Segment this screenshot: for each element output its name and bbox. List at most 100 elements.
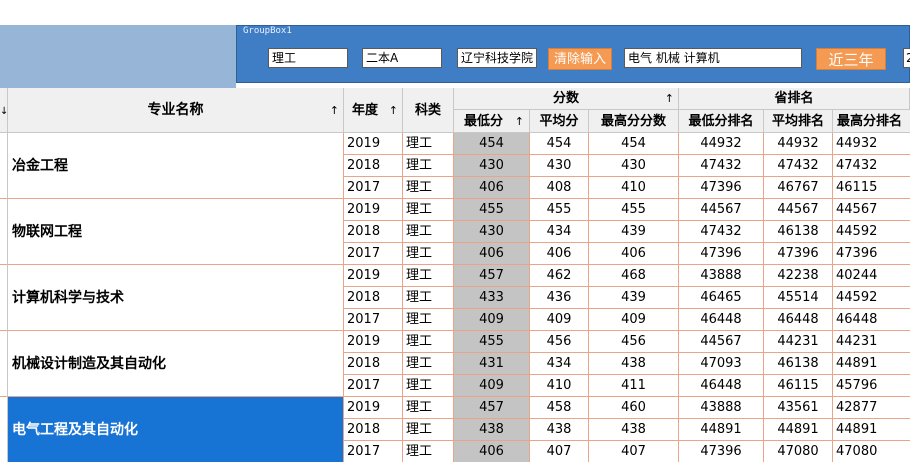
row-indicator[interactable]: [0, 199, 8, 265]
avg-score-cell[interactable]: 454: [530, 133, 589, 155]
kelei-cell[interactable]: 理工: [403, 243, 454, 265]
kelei-cell[interactable]: 理工: [403, 397, 454, 419]
extra-input[interactable]: 2: [903, 48, 910, 68]
max-rank-cell[interactable]: 47396: [833, 243, 910, 265]
year-cell[interactable]: 2019: [344, 265, 403, 287]
year-cell[interactable]: 2018: [344, 419, 403, 441]
kelei-cell[interactable]: 理工: [403, 199, 454, 221]
row-indicator[interactable]: [0, 133, 8, 199]
year-cell[interactable]: 2018: [344, 155, 403, 177]
header-rank-group[interactable]: 省排名: [679, 88, 910, 110]
min-rank-cell[interactable]: 46448: [679, 375, 764, 397]
year-cell[interactable]: 2017: [344, 177, 403, 199]
min-score-cell[interactable]: 457: [454, 265, 530, 287]
max-score-cell[interactable]: 439: [589, 221, 679, 243]
header-max-rank[interactable]: 最高分排名: [833, 110, 910, 133]
avg-rank-cell[interactable]: 44932: [764, 133, 833, 155]
avg-rank-cell[interactable]: 42238: [764, 265, 833, 287]
min-score-cell[interactable]: 455: [454, 331, 530, 353]
kelei-cell[interactable]: 理工: [403, 221, 454, 243]
kelei-input[interactable]: 理工: [268, 48, 348, 68]
avg-rank-cell[interactable]: 47432: [764, 155, 833, 177]
kelei-cell[interactable]: 理工: [403, 133, 454, 155]
avg-score-cell[interactable]: 458: [530, 397, 589, 419]
avg-score-cell[interactable]: 438: [530, 419, 589, 441]
school-input[interactable]: 辽宁科技学院: [457, 48, 537, 68]
min-score-cell[interactable]: 409: [454, 375, 530, 397]
year-cell[interactable]: 2019: [344, 331, 403, 353]
avg-score-cell[interactable]: 407: [530, 441, 589, 462]
row-indicator[interactable]: [0, 331, 8, 397]
min-rank-cell[interactable]: 47432: [679, 155, 764, 177]
avg-rank-cell[interactable]: 43561: [764, 397, 833, 419]
max-rank-cell[interactable]: 44891: [833, 353, 910, 375]
max-rank-cell[interactable]: 47432: [833, 155, 910, 177]
recent-three-years-button[interactable]: 近三年: [816, 48, 886, 70]
avg-rank-cell[interactable]: 45514: [764, 287, 833, 309]
row-indicator[interactable]: [0, 265, 8, 331]
avg-score-cell[interactable]: 456: [530, 331, 589, 353]
max-score-cell[interactable]: 455: [589, 199, 679, 221]
header-min[interactable]: 最低分 ↑: [454, 110, 530, 133]
max-rank-cell[interactable]: 45796: [833, 375, 910, 397]
max-rank-cell[interactable]: 46448: [833, 309, 910, 331]
min-score-cell[interactable]: 406: [454, 243, 530, 265]
max-score-cell[interactable]: 438: [589, 353, 679, 375]
kelei-cell[interactable]: 理工: [403, 309, 454, 331]
avg-score-cell[interactable]: 409: [530, 309, 589, 331]
year-cell[interactable]: 2018: [344, 287, 403, 309]
header-year[interactable]: 年度 ↑: [344, 88, 403, 133]
min-score-cell[interactable]: 431: [454, 353, 530, 375]
year-cell[interactable]: 2018: [344, 221, 403, 243]
min-score-cell[interactable]: 406: [454, 177, 530, 199]
row-indicator[interactable]: [0, 397, 8, 462]
kelei-cell[interactable]: 理工: [403, 265, 454, 287]
avg-score-cell[interactable]: 434: [530, 221, 589, 243]
kelei-cell[interactable]: 理工: [403, 353, 454, 375]
header-min-rank[interactable]: 最低分排名: [679, 110, 764, 133]
pici-input[interactable]: 二本A: [362, 48, 442, 68]
clear-input-button[interactable]: 清除输入: [548, 48, 612, 70]
max-score-cell[interactable]: 460: [589, 397, 679, 419]
avg-score-cell[interactable]: 410: [530, 375, 589, 397]
min-rank-cell[interactable]: 44567: [679, 199, 764, 221]
avg-rank-cell[interactable]: 46138: [764, 353, 833, 375]
kelei-cell[interactable]: 理工: [403, 419, 454, 441]
min-rank-cell[interactable]: 47396: [679, 243, 764, 265]
major-name-cell[interactable]: 计算机科学与技术: [8, 265, 344, 331]
year-cell[interactable]: 2017: [344, 243, 403, 265]
avg-rank-cell[interactable]: 44891: [764, 419, 833, 441]
min-score-cell[interactable]: 430: [454, 221, 530, 243]
max-score-cell[interactable]: 439: [589, 287, 679, 309]
majors-input[interactable]: 电气 机械 计算机: [624, 48, 802, 68]
avg-rank-cell[interactable]: 44567: [764, 199, 833, 221]
min-score-cell[interactable]: 438: [454, 419, 530, 441]
major-name-cell[interactable]: 机械设计制造及其自动化: [8, 331, 344, 397]
header-major[interactable]: 专业名称 ↑: [8, 88, 344, 133]
min-rank-cell[interactable]: 47432: [679, 221, 764, 243]
max-rank-cell[interactable]: 44932: [833, 133, 910, 155]
max-score-cell[interactable]: 454: [589, 133, 679, 155]
min-score-cell[interactable]: 430: [454, 155, 530, 177]
max-rank-cell[interactable]: 47080: [833, 441, 910, 462]
max-score-cell[interactable]: 407: [589, 441, 679, 462]
avg-rank-cell[interactable]: 47396: [764, 243, 833, 265]
avg-score-cell[interactable]: 455: [530, 199, 589, 221]
year-cell[interactable]: 2019: [344, 133, 403, 155]
avg-score-cell[interactable]: 434: [530, 353, 589, 375]
max-rank-cell[interactable]: 42877: [833, 397, 910, 419]
year-cell[interactable]: 2017: [344, 309, 403, 331]
max-score-cell[interactable]: 406: [589, 243, 679, 265]
major-name-cell[interactable]: 冶金工程: [8, 133, 344, 199]
header-max[interactable]: 最高分分数: [589, 110, 679, 133]
year-cell[interactable]: 2019: [344, 397, 403, 419]
min-rank-cell[interactable]: 44891: [679, 419, 764, 441]
avg-score-cell[interactable]: 430: [530, 155, 589, 177]
max-score-cell[interactable]: 430: [589, 155, 679, 177]
max-score-cell[interactable]: 409: [589, 309, 679, 331]
max-score-cell[interactable]: 410: [589, 177, 679, 199]
kelei-cell[interactable]: 理工: [403, 375, 454, 397]
min-rank-cell[interactable]: 43888: [679, 265, 764, 287]
avg-score-cell[interactable]: 436: [530, 287, 589, 309]
avg-rank-cell[interactable]: 46448: [764, 309, 833, 331]
